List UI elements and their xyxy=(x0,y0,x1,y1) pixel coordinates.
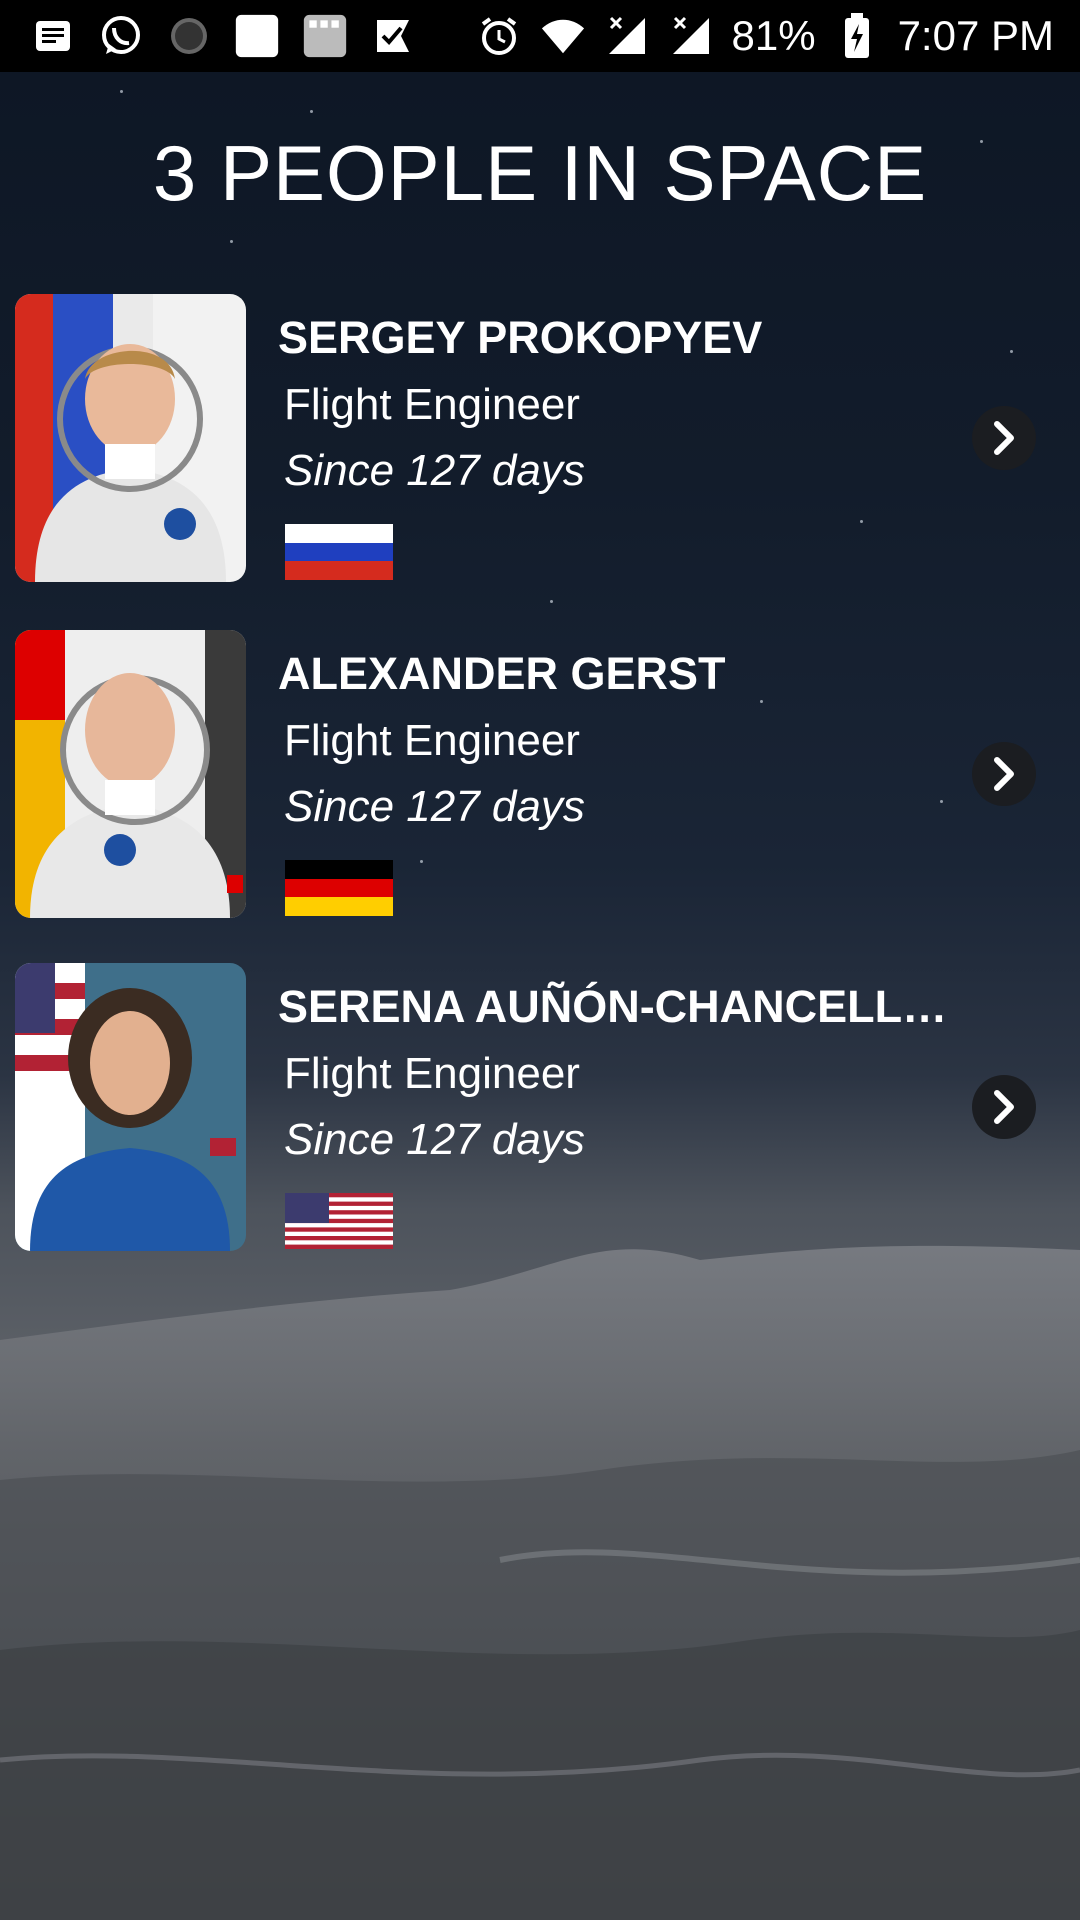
chevron-right-icon[interactable] xyxy=(972,406,1036,470)
wifi-icon xyxy=(540,13,586,59)
chevron-right-icon[interactable] xyxy=(972,1075,1036,1139)
germany-flag xyxy=(285,860,393,916)
astronaut-days-in-space: Since 127 days xyxy=(284,446,585,495)
astronaut-photo xyxy=(15,963,246,1251)
page-title: 3 PEOPLE IN SPACE xyxy=(152,129,928,217)
battery-charging-icon xyxy=(834,13,880,59)
astronaut-list-item[interactable]: SERGEY PROKOPYEV Flight Engineer Since 1… xyxy=(15,294,1065,584)
astronaut-photo xyxy=(15,294,246,582)
russia-flag xyxy=(285,524,393,580)
notes-icon xyxy=(30,13,76,59)
planet-surface-background xyxy=(0,1245,1080,1920)
astronaut-list-item[interactable]: ALEXANDER GERST Flight Engineer Since 12… xyxy=(15,630,1065,920)
battery-percentage: 81% xyxy=(731,12,816,59)
clock: 7:07 PM xyxy=(897,12,1054,59)
astronaut-list-item[interactable]: SERENA AUÑÓN-CHANCELL… Flight Engineer S… xyxy=(15,963,1065,1253)
astronaut-name: SERGEY PROKOPYEV xyxy=(278,312,763,363)
screen: 81% 7:07 PM 3 PEOPLE IN SPACE SERGEY PRO… xyxy=(0,0,1080,1920)
signal-x-icon xyxy=(604,13,650,59)
astronaut-days-in-space: Since 127 days xyxy=(284,1115,585,1164)
usa-flag xyxy=(285,1193,393,1249)
whatsapp-icon xyxy=(98,13,144,59)
astronaut-name: SERENA AUÑÓN-CHANCELL… xyxy=(278,981,948,1032)
signal-x-icon-2 xyxy=(668,13,714,59)
astronaut-days-in-space: Since 127 days xyxy=(284,782,585,831)
gallery-app-icon xyxy=(302,13,348,59)
astronaut-role: Flight Engineer xyxy=(284,1049,580,1098)
status-bar: 81% 7:07 PM xyxy=(0,0,1080,72)
loading-circle-icon xyxy=(166,13,212,59)
check-flag-icon xyxy=(370,13,416,59)
astronaut-role: Flight Engineer xyxy=(284,716,580,765)
astronaut-photo xyxy=(15,630,246,918)
astronaut-name: ALEXANDER GERST xyxy=(278,648,726,699)
astronaut-role: Flight Engineer xyxy=(284,380,580,429)
alarm-icon xyxy=(476,13,522,59)
chevron-right-icon[interactable] xyxy=(972,742,1036,806)
blank-app-icon xyxy=(234,13,280,59)
